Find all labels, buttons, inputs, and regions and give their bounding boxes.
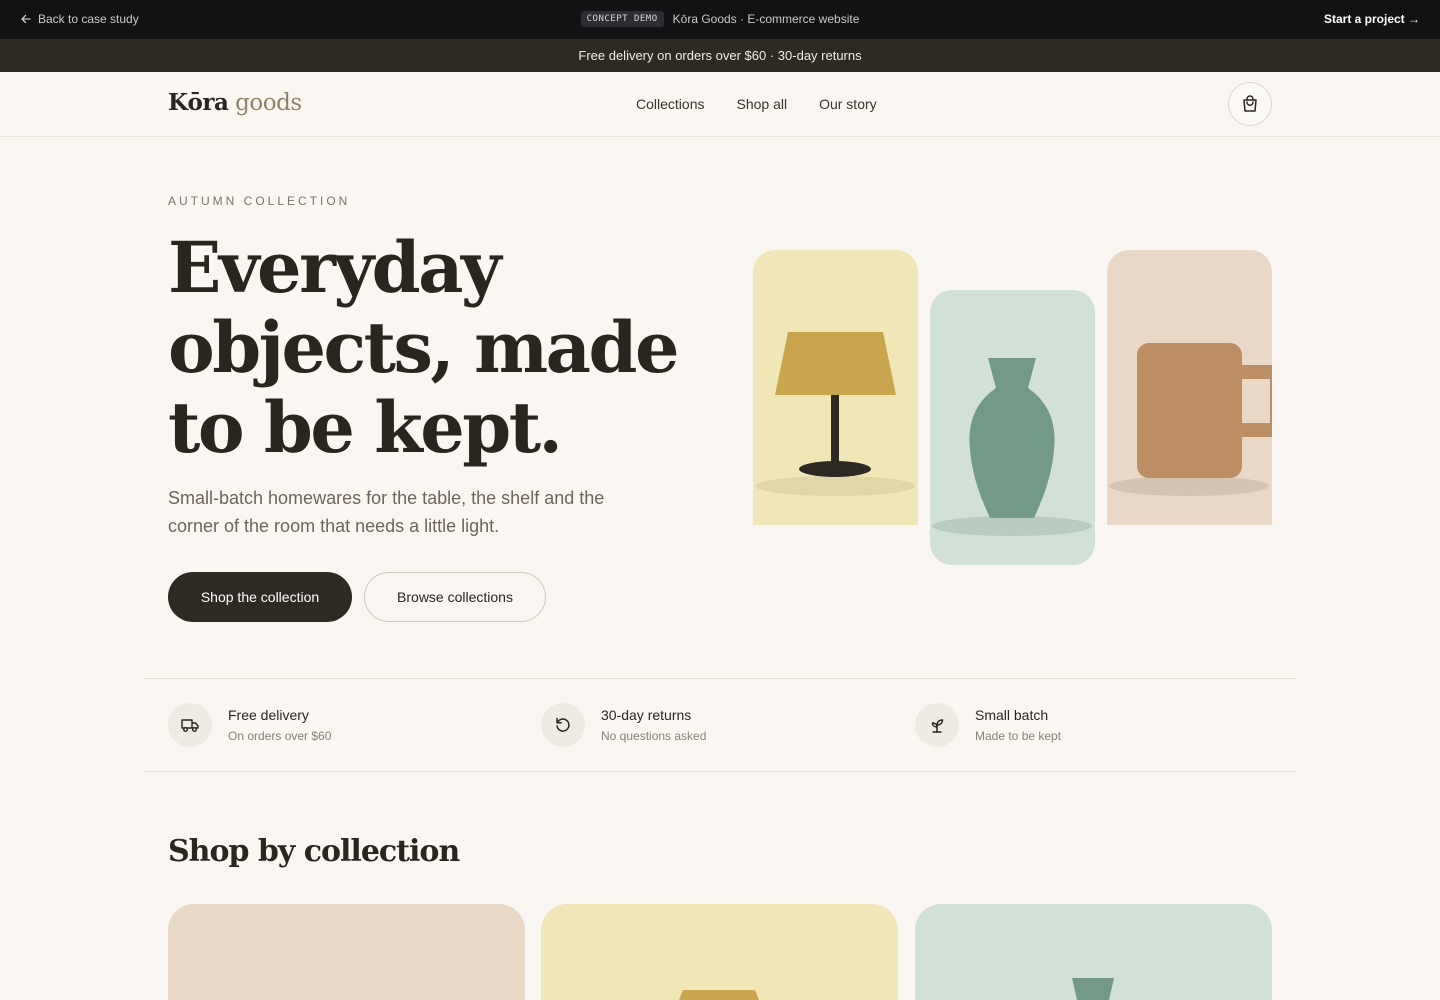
main-nav: Collections Shop all Our story xyxy=(636,96,877,112)
feature-subtitle: Made to be kept xyxy=(975,729,1062,743)
vase-illustration xyxy=(1072,978,1114,1000)
feature-subtitle: On orders over $60 xyxy=(228,729,332,743)
nav-our-story[interactable]: Our story xyxy=(819,96,877,112)
demo-label: CONCEPT DEMO Kōra Goods · E-commerce web… xyxy=(0,11,1440,27)
nav-collections[interactable]: Collections xyxy=(636,96,704,112)
logo-word-goods: goods xyxy=(235,90,302,116)
collection-card-lamps[interactable] xyxy=(541,904,898,1000)
browse-collections-button[interactable]: Browse collections xyxy=(364,572,546,622)
headline-line-2: objects, made xyxy=(168,306,680,389)
site-header: Kōra goods Collections Shop all Our stor… xyxy=(0,72,1440,137)
lamp-card xyxy=(753,250,918,525)
promo-bar: Free delivery on orders over $60 · 30-da… xyxy=(0,39,1440,72)
collection-card-vases[interactable] xyxy=(915,904,1272,1000)
feature-title: Free delivery xyxy=(228,707,309,723)
hero-subtitle: Small-batch homewares for the table, the… xyxy=(168,488,605,536)
features-strip: Free delivery On orders over $60 30-day … xyxy=(144,678,1296,772)
start-project-link[interactable]: Start a project → xyxy=(1324,12,1420,26)
project-title: Kōra Goods · E-commerce website xyxy=(672,12,860,26)
feature-free-delivery: Free delivery On orders over $60 xyxy=(168,703,331,747)
demo-top-bar: Back to case study CONCEPT DEMO Kōra Goo… xyxy=(0,0,1440,39)
headline-line-1: Everyday xyxy=(168,226,502,309)
logo[interactable]: Kōra goods xyxy=(168,89,302,116)
vase-illustration xyxy=(932,358,1092,536)
feature-text: Free delivery On orders over $60 xyxy=(228,707,331,743)
feature-returns: 30-day returns No questions asked xyxy=(541,703,706,747)
hero-eyebrow: AUTUMN COLLECTION xyxy=(168,194,351,208)
logo-word-kora: Kōra xyxy=(168,89,229,116)
sprout-icon xyxy=(915,703,959,747)
lamp-illustration xyxy=(679,990,759,1000)
feature-title: 30-day returns xyxy=(601,707,692,723)
refresh-icon xyxy=(541,703,585,747)
vase-card xyxy=(930,290,1095,565)
feature-small-batch: Small batch Made to be kept xyxy=(915,703,1061,747)
feature-subtitle: No questions asked xyxy=(601,729,707,743)
section-title: Shop by collection xyxy=(168,834,460,869)
nav-shop-all[interactable]: Shop all xyxy=(736,96,787,112)
shopping-bag-icon xyxy=(1243,95,1257,112)
feature-title: Small batch xyxy=(975,707,1049,723)
feature-text: Small batch Made to be kept xyxy=(975,707,1061,743)
feature-text: 30-day returns No questions asked xyxy=(601,707,706,743)
shop-collection-button[interactable]: Shop the collection xyxy=(168,572,352,622)
mug-illustration xyxy=(1109,343,1272,496)
cart-button[interactable] xyxy=(1228,82,1272,126)
hero-headline: Everyday objects, made to be kept. xyxy=(168,228,688,468)
lamp-illustration xyxy=(755,332,915,496)
concept-demo-badge: CONCEPT DEMO xyxy=(580,11,664,27)
mug-card xyxy=(1107,250,1272,525)
headline-line-3: to be kept. xyxy=(168,386,563,469)
collection-card-peach[interactable] xyxy=(168,904,525,1000)
promo-text: Free delivery on orders over $60 · 30-da… xyxy=(578,48,862,63)
truck-icon xyxy=(168,703,212,747)
